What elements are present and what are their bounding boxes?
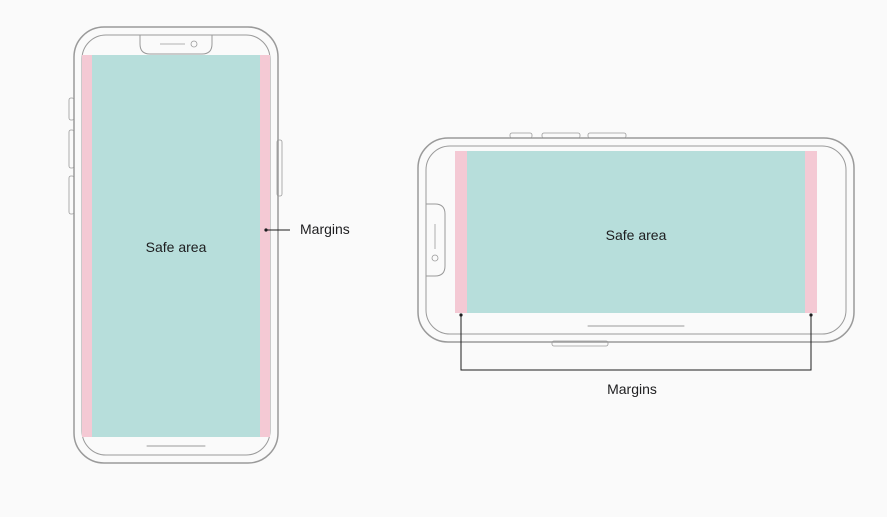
portrait-safe-area-label: Safe area [146,239,207,255]
landscape-front-camera [432,255,438,261]
landscape-margins-label: Margins [607,381,657,397]
diagram-canvas: Safe area Margins Safe area [0,0,887,517]
landscape-left-leader-dot [459,313,462,316]
landscape-phone: Safe area Margins [418,133,854,397]
portrait-margins-label: Margins [300,221,350,237]
landscape-left-margin [455,151,467,313]
portrait-left-margin [82,55,92,437]
portrait-margin-leader-dot [264,228,267,231]
landscape-right-margin [805,151,817,313]
landscape-notch [426,204,445,276]
landscape-safe-area-label: Safe area [606,227,667,243]
portrait-notch [140,35,212,54]
portrait-right-margin [260,55,270,437]
front-camera [191,41,197,47]
portrait-phone: Safe area Margins [69,27,350,463]
landscape-right-leader-dot [809,313,812,316]
